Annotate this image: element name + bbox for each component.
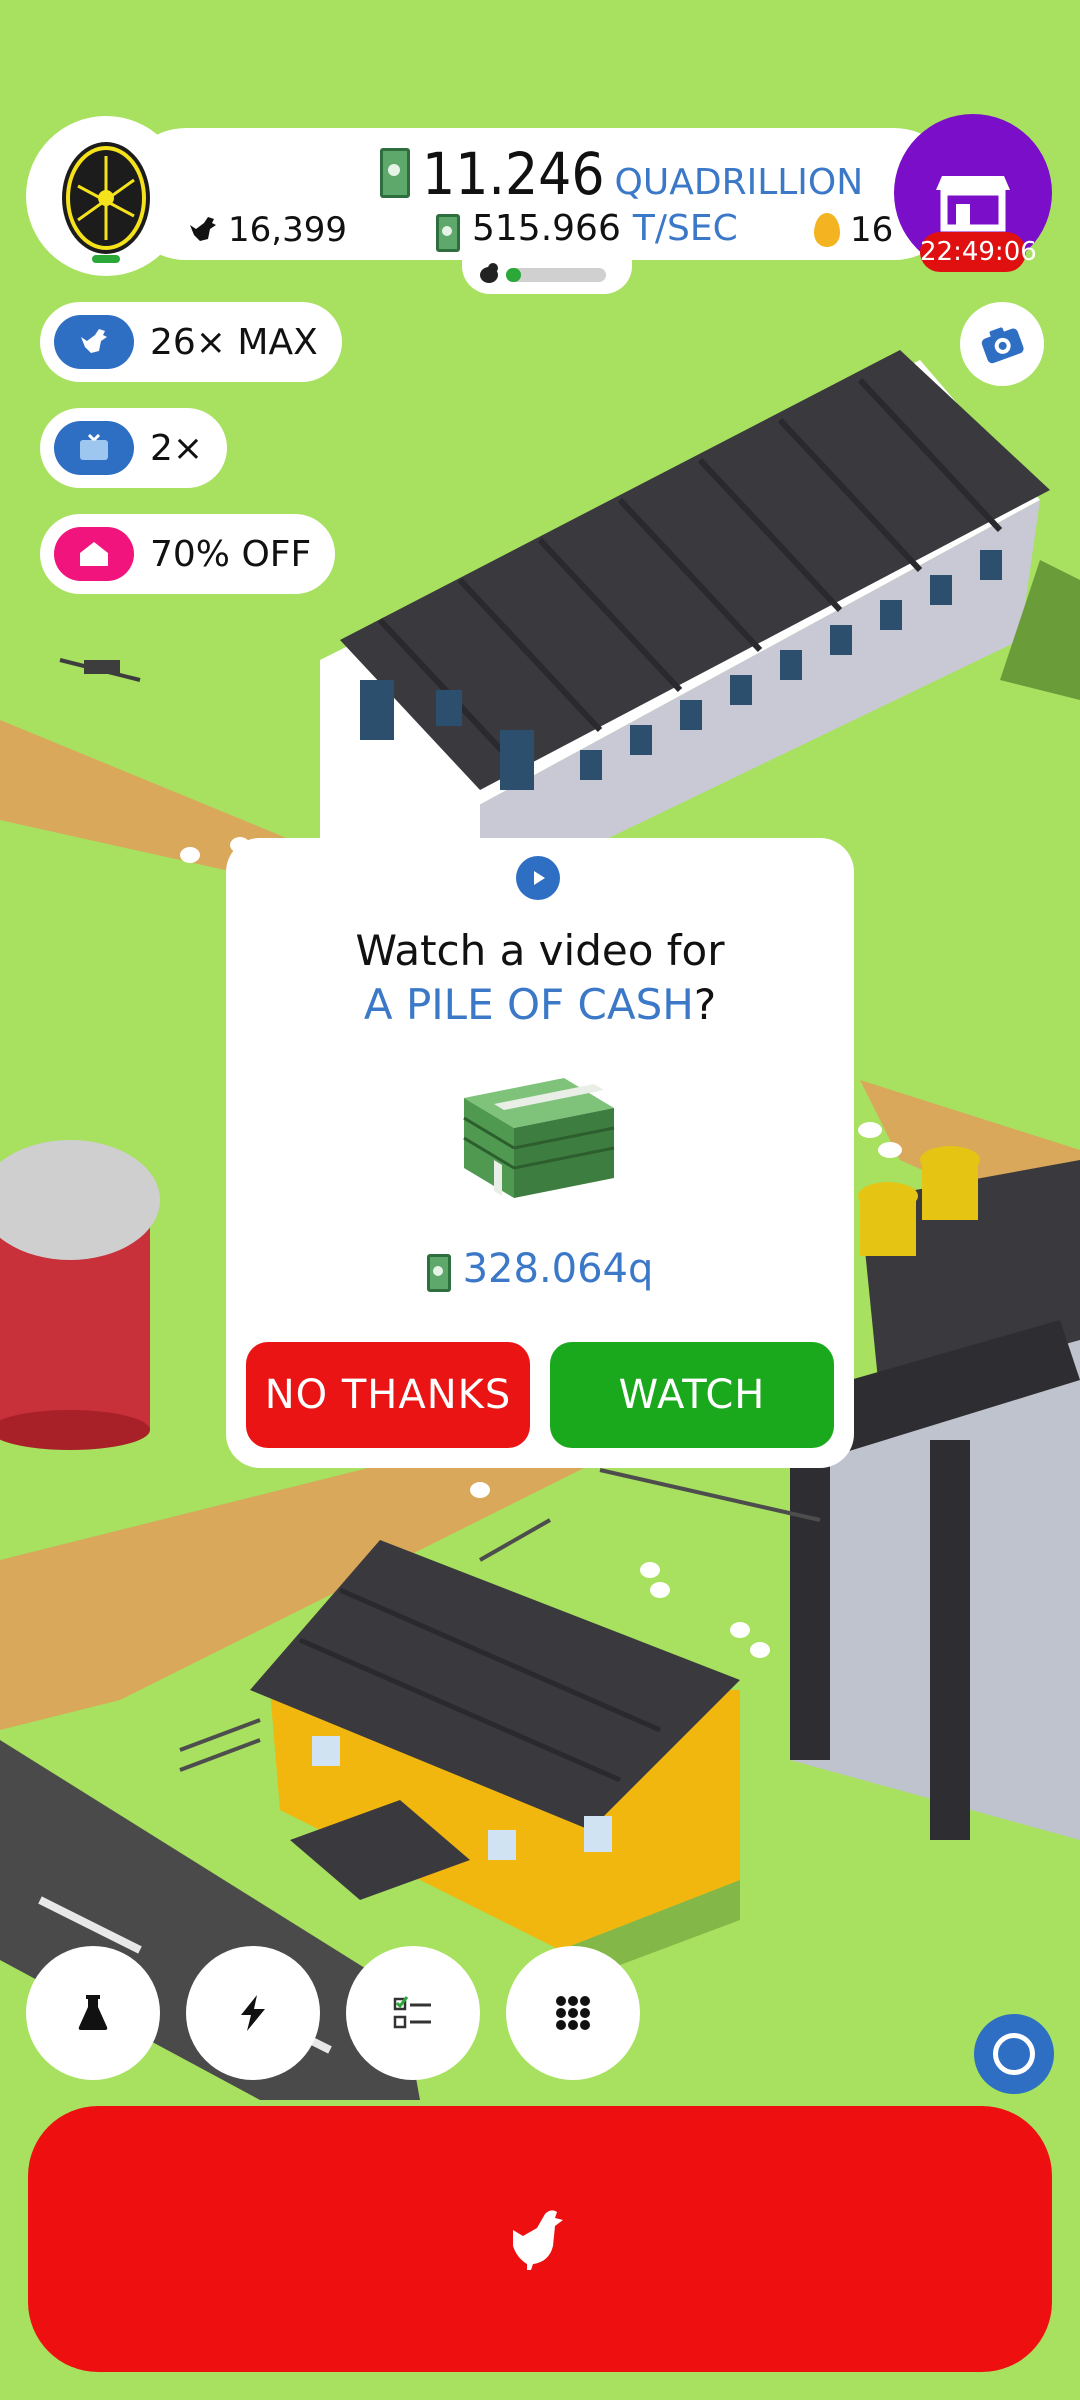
hatch-chicken-button[interactable] xyxy=(28,2106,1052,2372)
boost-label: 26× MAX xyxy=(150,321,318,363)
boost-chicken-max[interactable]: 26× MAX xyxy=(40,302,342,382)
egg-icon xyxy=(62,142,150,254)
dialog-title: Watch a video for xyxy=(355,926,725,975)
grid-icon xyxy=(556,1996,590,2030)
golden-egg-icon xyxy=(814,213,840,247)
boost-label: 70% OFF xyxy=(150,533,312,575)
reward-dialog: Watch a video for A PILE OF CASH? 328.06… xyxy=(226,838,854,1468)
chicken-icon xyxy=(513,2210,563,2270)
missions-button[interactable] xyxy=(346,1946,480,2080)
income-rate: 515.966 T/SEC xyxy=(436,208,738,252)
egg-button[interactable] xyxy=(26,116,186,276)
money-display: 11.246 QUADRILLION xyxy=(380,140,863,210)
tv-icon xyxy=(54,421,134,475)
hatchery-progress-fill xyxy=(506,268,521,282)
dialog-subtitle: A PILE OF CASH? xyxy=(226,980,854,1029)
no-thanks-button[interactable]: NO THANKS xyxy=(246,1342,530,1448)
cash-icon xyxy=(436,213,460,252)
reward-suffix: ? xyxy=(693,980,717,1029)
boost-label: 2× xyxy=(150,427,204,469)
reward-name: A PILE OF CASH xyxy=(363,980,694,1029)
research-button[interactable] xyxy=(26,1946,160,2080)
income-unit: T/SEC xyxy=(632,208,738,249)
egg-progress-bar xyxy=(92,255,120,263)
hatchery-progress-track xyxy=(506,268,606,282)
menu-button[interactable] xyxy=(506,1946,640,2080)
chicken-count-value: 16,399 xyxy=(228,210,347,250)
watch-button[interactable]: WATCH xyxy=(550,1342,834,1448)
reward-amount-value: 328.064q xyxy=(462,1246,654,1292)
boost-discount[interactable]: 70% OFF xyxy=(40,514,336,594)
camera-button[interactable] xyxy=(960,302,1044,386)
golden-egg-value: 16 xyxy=(850,210,894,250)
chick-icon xyxy=(480,263,498,283)
checklist-icon xyxy=(393,1996,431,2029)
house-icon xyxy=(54,527,134,581)
camera-icon xyxy=(981,327,1024,364)
chicken-icon xyxy=(54,315,134,369)
income-value: 515.966 xyxy=(472,208,621,249)
game-scene: 11.246 QUADRILLION 515.966 T/SEC 16,399 … xyxy=(0,0,1080,2400)
chicken-count: 16,399 xyxy=(186,210,347,250)
flask-icon xyxy=(78,1995,108,2030)
circle-icon xyxy=(993,2033,1035,2075)
money-value: 11.246 xyxy=(422,140,605,208)
hatchery-status[interactable] xyxy=(462,252,632,294)
chicken-icon xyxy=(190,217,216,241)
reward-amount: 328.064q xyxy=(226,1246,854,1292)
money-unit: QUADRILLION xyxy=(614,162,864,203)
golden-egg-count: 16 xyxy=(814,210,893,250)
play-video-icon xyxy=(516,856,560,900)
cash-icon xyxy=(426,1254,451,1292)
cash-icon xyxy=(380,148,410,198)
boost-video-multiplier[interactable]: 2× xyxy=(40,408,228,488)
lightning-icon xyxy=(241,1995,265,2031)
boosts-button[interactable] xyxy=(186,1946,320,2080)
shop-timer: 22:49:06 xyxy=(920,232,1037,272)
assistant-button[interactable] xyxy=(974,2014,1054,2094)
cash-pile-icon xyxy=(463,1078,615,1198)
